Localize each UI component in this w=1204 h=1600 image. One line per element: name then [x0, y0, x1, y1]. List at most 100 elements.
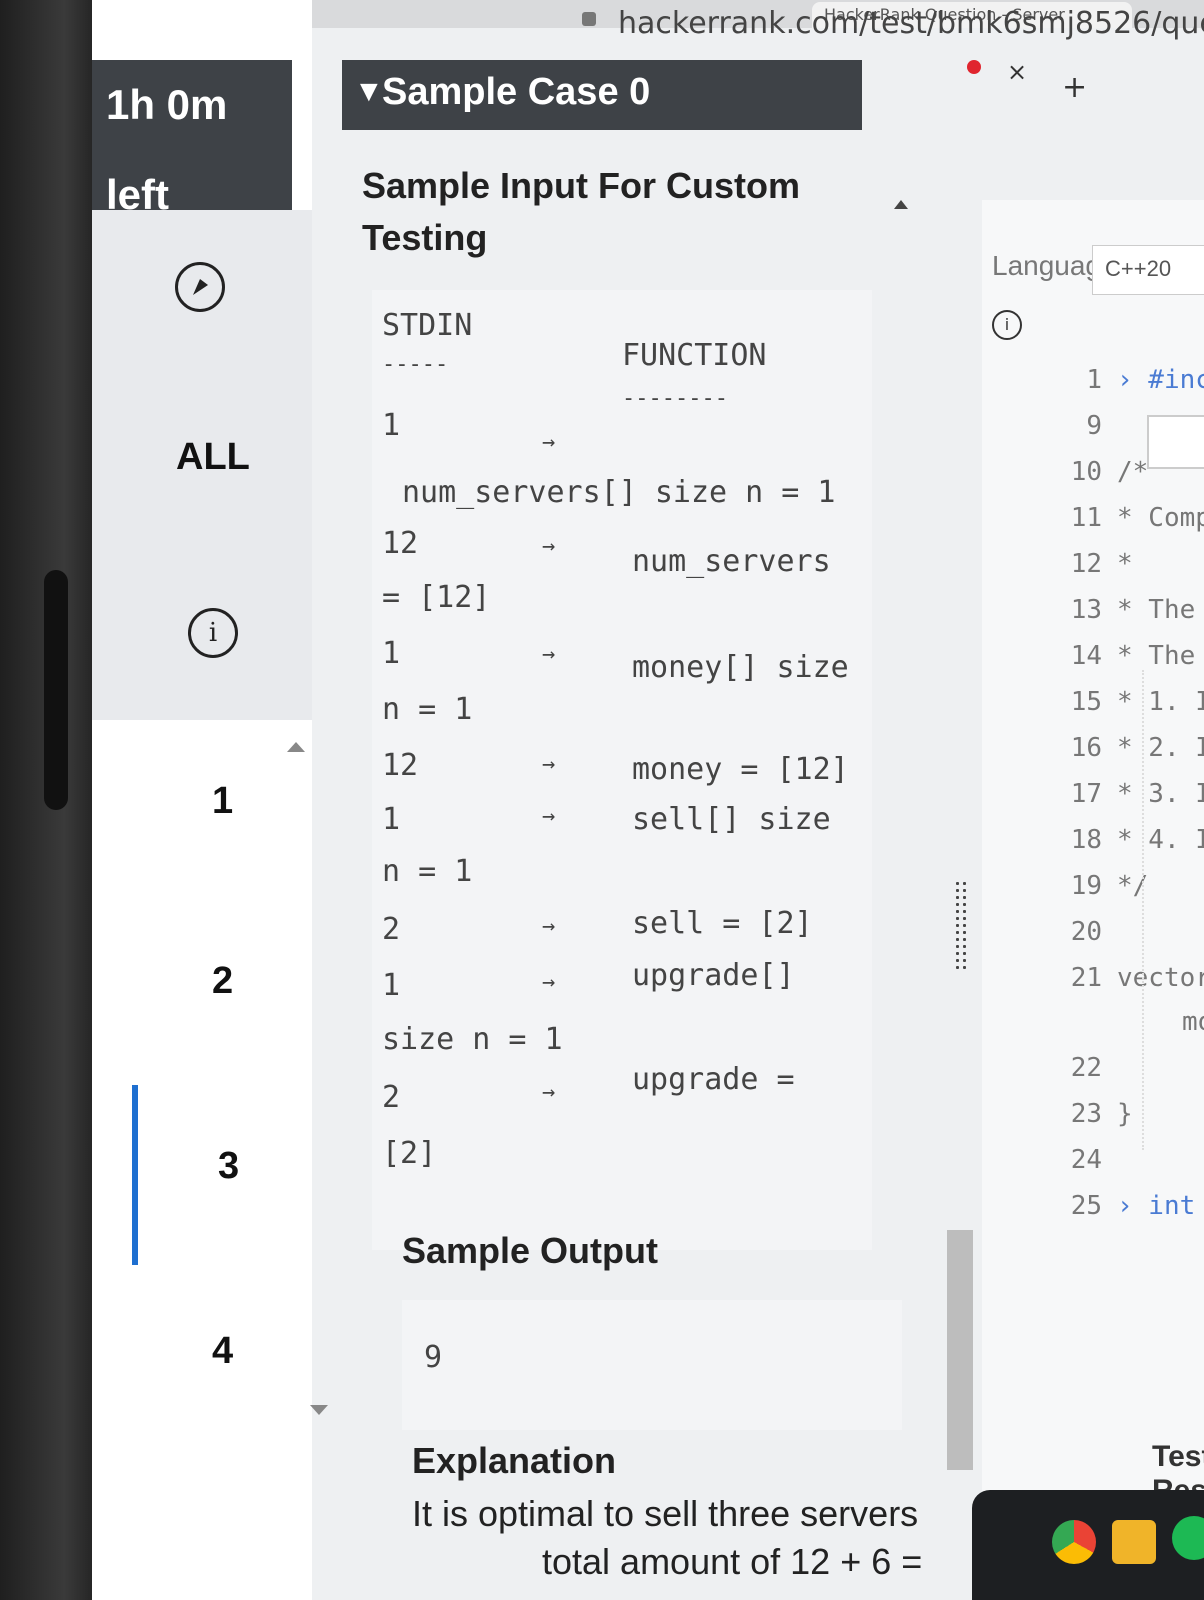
line-number: 23: [1070, 1099, 1102, 1129]
panel-scroll-up-icon[interactable]: [894, 200, 908, 209]
code-line[interactable]: * 2. I: [1117, 733, 1204, 763]
code-line[interactable]: * 3. I: [1117, 779, 1204, 809]
sample-output-block: 9: [402, 1300, 902, 1430]
collapsed-code-box[interactable]: [1147, 415, 1204, 469]
language-select[interactable]: C++20: [1092, 245, 1204, 295]
function-value-cont: [2]: [382, 1136, 437, 1171]
arrow-icon: →: [542, 804, 556, 829]
problem-scrollbar[interactable]: [947, 1230, 973, 1470]
line-number: 17: [1070, 779, 1102, 809]
bezel-slot: [44, 570, 68, 810]
indent-guide: [1142, 670, 1145, 1150]
code-line[interactable]: › #include <: [1117, 365, 1204, 395]
editor-info-icon[interactable]: i: [992, 310, 1022, 340]
code-line[interactable]: /*: [1117, 457, 1148, 487]
line-number: 24: [1070, 1145, 1102, 1175]
function-value-cont: size n = 1: [382, 1022, 563, 1057]
line-number: 12: [1070, 549, 1102, 579]
code-line[interactable]: › int ma: [1117, 1191, 1204, 1221]
compass-icon[interactable]: [175, 262, 225, 312]
panel-resize-handle[interactable]: [954, 880, 968, 970]
line-number: 14: [1070, 641, 1102, 671]
question-number: 4: [212, 1330, 234, 1372]
line-number: 21: [1070, 963, 1102, 993]
arrow-icon: →: [542, 534, 556, 559]
question-item-2[interactable]: 2: [132, 900, 302, 1080]
question-sidebar: 1h 0m left ALL i 1 2 3 4: [92, 0, 328, 1600]
line-number: 11: [1070, 503, 1102, 533]
line-number: 15: [1070, 687, 1102, 717]
code-line[interactable]: * The fu: [1117, 595, 1204, 625]
code-line[interactable]: * The fu: [1117, 641, 1204, 671]
stdin-value: 1: [382, 408, 401, 443]
function-value: upgrade[]: [632, 958, 795, 993]
url-text: hackerrank.com/test/bmk6smj8526/question…: [618, 6, 1204, 41]
function-rule: --------: [622, 386, 728, 411]
function-value: num_servers[] size n = 1: [402, 475, 836, 510]
line-number: 16: [1070, 733, 1102, 763]
stdin-value: 1: [382, 968, 401, 1003]
spotify-icon[interactable]: [1172, 1516, 1204, 1560]
lock-icon: [582, 12, 596, 26]
question-number: 1: [212, 780, 234, 822]
line-number: 25: [1070, 1191, 1102, 1221]
stdin-header: STDIN: [382, 308, 473, 343]
code-line[interactable]: * Comple: [1117, 503, 1204, 533]
sample-input-block: STDIN FUNCTION ----- -------- 1 → num_se…: [372, 290, 872, 1250]
screen: HackerRank Question - Server × + hackerr…: [92, 0, 1204, 1600]
code-line[interactable]: }: [1117, 1099, 1133, 1129]
caret-down-icon: ▼: [354, 75, 384, 108]
function-value: money = [12]: [632, 752, 849, 787]
all-questions-tab[interactable]: ALL: [176, 436, 250, 479]
stdin-value: 1: [382, 802, 401, 837]
new-tab-button[interactable]: +: [1062, 70, 1087, 105]
line-number: 20: [1070, 917, 1102, 947]
line-number: 9: [1086, 411, 1102, 441]
arrow-icon: →: [542, 914, 556, 939]
line-number: 1: [1086, 365, 1102, 395]
line-number: 19: [1070, 871, 1102, 901]
function-value: upgrade =: [632, 1062, 795, 1097]
stdin-value: 12: [382, 526, 419, 561]
stdin-value: 2: [382, 912, 401, 947]
explanation-line: It is optimal to sell three servers: [412, 1493, 919, 1534]
stdin-value: 12: [382, 748, 419, 783]
explanation-heading: Explanation: [412, 1440, 617, 1481]
sample-case-title: Sample Case 0: [382, 71, 651, 113]
function-header: FUNCTION: [622, 338, 767, 373]
question-item-4[interactable]: 4: [132, 1270, 302, 1450]
time-remaining: 1h 0m left: [92, 60, 292, 218]
code-line[interactable]: * 4. I: [1117, 825, 1204, 855]
monitor-bezel: [0, 0, 92, 1600]
line-number: 18: [1070, 825, 1102, 855]
function-value: num_servers: [632, 544, 831, 579]
arrow-icon: →: [542, 1080, 556, 1105]
line-number: 10: [1070, 457, 1102, 487]
function-value-cont: = [12]: [382, 580, 491, 615]
files-icon[interactable]: [1112, 1520, 1156, 1564]
stdin-value: 2: [382, 1080, 401, 1115]
arrow-icon: →: [542, 752, 556, 777]
arrow-icon: →: [542, 430, 556, 455]
function-value: sell = [2]: [632, 906, 813, 941]
question-number: 2: [212, 960, 234, 1002]
function-value-cont: n = 1: [382, 854, 473, 889]
info-icon[interactable]: i: [188, 608, 238, 658]
os-taskbar: [972, 1490, 1204, 1600]
question-item-3[interactable]: 3: [132, 1085, 308, 1265]
code-line-continued[interactable]: money,: [1182, 1007, 1204, 1037]
sample-case-toggle[interactable]: ▼ Sample Case 0: [342, 60, 862, 130]
code-line[interactable]: *: [1117, 549, 1133, 579]
sample-input-heading: Sample Input For Custom Testing: [362, 165, 801, 258]
question-item-1[interactable]: 1: [132, 720, 302, 900]
code-line[interactable]: vector<: [1117, 963, 1204, 993]
chrome-icon[interactable]: [1052, 1520, 1096, 1564]
arrow-icon: →: [542, 642, 556, 667]
sidebar-scroll-down-icon[interactable]: [310, 1405, 328, 1415]
stdin-rule: -----: [382, 352, 449, 377]
question-number: 3: [218, 1145, 240, 1187]
function-value-cont: n = 1: [382, 692, 473, 727]
sample-output-value: 9: [424, 1340, 443, 1375]
code-line[interactable]: * 1. I: [1117, 687, 1204, 717]
stdin-value: 1: [382, 636, 401, 671]
